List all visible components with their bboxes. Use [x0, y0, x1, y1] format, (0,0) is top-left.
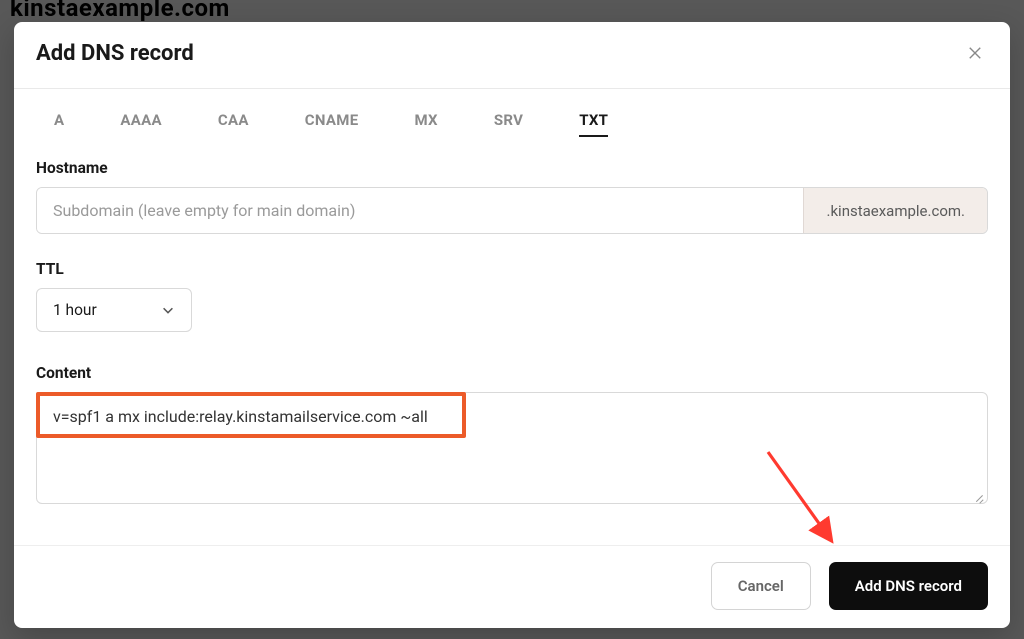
- tab-caa[interactable]: CAA: [218, 111, 249, 137]
- add-dns-record-button[interactable]: Add DNS record: [829, 562, 988, 610]
- tab-a[interactable]: A: [54, 111, 64, 137]
- modal-header: Add DNS record: [14, 22, 1010, 88]
- content-wrap: [36, 392, 988, 508]
- tab-aaaa[interactable]: AAAA: [120, 111, 162, 137]
- ttl-label: TTL: [36, 260, 988, 278]
- hostname-row: .kinstaexample.com.: [36, 187, 988, 234]
- form-body: Hostname .kinstaexample.com. TTL 1 hour …: [14, 153, 1010, 545]
- tab-txt[interactable]: TXT: [579, 111, 608, 137]
- cancel-button[interactable]: Cancel: [711, 562, 811, 610]
- hostname-label: Hostname: [36, 159, 988, 177]
- content-label: Content: [36, 364, 988, 382]
- content-textarea[interactable]: [36, 392, 988, 504]
- hostname-suffix: .kinstaexample.com.: [803, 188, 987, 233]
- hostname-input[interactable]: [37, 188, 803, 233]
- chevron-down-icon: [161, 303, 175, 317]
- modal-footer: Cancel Add DNS record: [14, 545, 1010, 628]
- record-type-tabs: A AAAA CAA CNAME MX SRV TXT: [14, 89, 1010, 153]
- tab-cname[interactable]: CNAME: [305, 111, 359, 137]
- ttl-select[interactable]: 1 hour: [36, 288, 192, 332]
- tab-mx[interactable]: MX: [414, 111, 437, 137]
- close-icon[interactable]: [962, 40, 988, 66]
- modal-title: Add DNS record: [36, 41, 194, 66]
- add-dns-record-modal: Add DNS record A AAAA CAA CNAME MX SRV T…: [14, 22, 1010, 628]
- ttl-value: 1 hour: [53, 301, 97, 319]
- tab-srv[interactable]: SRV: [494, 111, 523, 137]
